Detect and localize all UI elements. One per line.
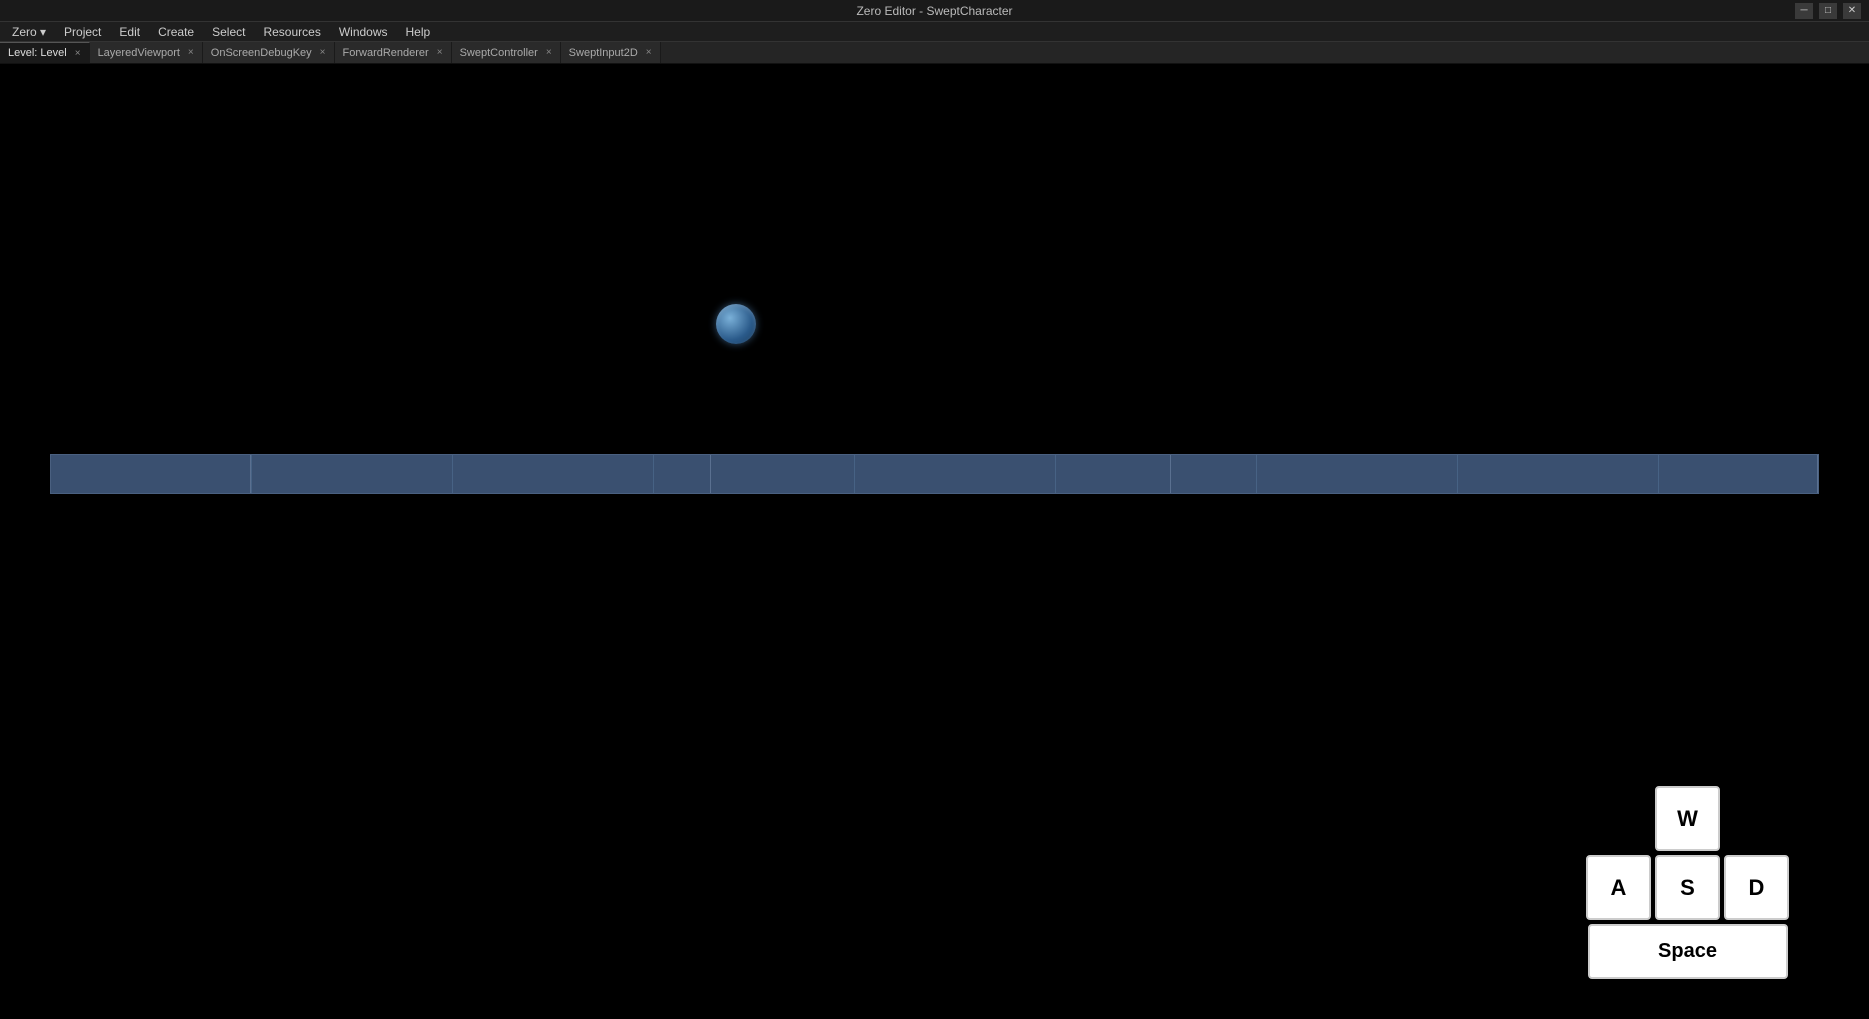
tab-input2d[interactable]: SweptInput2D ×: [561, 42, 661, 63]
tab-close-controller[interactable]: ×: [546, 47, 552, 58]
menu-bar: Zero ▾ProjectEditCreateSelectResourcesWi…: [0, 22, 1869, 42]
tab-close-layered[interactable]: ×: [188, 47, 194, 58]
tab-close-forward[interactable]: ×: [437, 47, 443, 58]
tab-controller[interactable]: SweptController ×: [452, 42, 561, 63]
tab-label-input2d: SweptInput2D: [569, 47, 638, 59]
key-w: W: [1655, 786, 1720, 851]
tab-bar: Level: Level×LayeredViewport×OnScreenDeb…: [0, 42, 1869, 64]
menu-item-project[interactable]: Project: [56, 23, 109, 41]
ground-segment-2: [251, 455, 711, 493]
menu-item-help[interactable]: Help: [398, 23, 439, 41]
key-a: A: [1586, 855, 1651, 920]
tab-label-level: Level: Level: [8, 47, 67, 59]
character-ball: [716, 304, 756, 344]
tab-label-forward: ForwardRenderer: [343, 47, 429, 59]
key-s: S: [1655, 855, 1720, 920]
viewport[interactable]: W A S D Space: [0, 64, 1869, 1019]
tab-forward[interactable]: ForwardRenderer ×: [335, 42, 452, 63]
title-bar: Zero Editor - SweptCharacter ─ □ ✕: [0, 0, 1869, 22]
key-display: W A S D Space: [1586, 786, 1789, 979]
menu-item-windows[interactable]: Windows: [331, 23, 396, 41]
ground-segment-1: [51, 455, 251, 493]
window-controls: ─ □ ✕: [1795, 3, 1861, 19]
key-row-space: Space: [1588, 924, 1788, 979]
ground-segment-4: [1171, 455, 1818, 493]
minimize-button[interactable]: ─: [1795, 3, 1813, 19]
key-d: D: [1724, 855, 1789, 920]
menu-item-resources[interactable]: Resources: [255, 23, 328, 41]
tab-close-level[interactable]: ×: [75, 48, 81, 59]
close-button[interactable]: ✕: [1843, 3, 1861, 19]
tab-label-controller: SweptController: [460, 47, 538, 59]
key-space: Space: [1588, 924, 1788, 979]
menu-item-zero[interactable]: Zero ▾: [4, 23, 54, 41]
key-row-w: W: [1655, 786, 1720, 851]
menu-item-select[interactable]: Select: [204, 23, 253, 41]
tab-debugkey[interactable]: OnScreenDebugKey ×: [203, 42, 335, 63]
key-row-asd: A S D: [1586, 855, 1789, 920]
tab-close-debugkey[interactable]: ×: [320, 47, 326, 58]
tab-close-input2d[interactable]: ×: [646, 47, 652, 58]
menu-item-edit[interactable]: Edit: [111, 23, 148, 41]
ground-platform: [50, 454, 1819, 494]
tab-level[interactable]: Level: Level ×: [0, 42, 90, 63]
tab-layered[interactable]: LayeredViewport ×: [90, 42, 203, 63]
ground-segment-3: [711, 455, 1171, 493]
maximize-button[interactable]: □: [1819, 3, 1837, 19]
menu-item-create[interactable]: Create: [150, 23, 202, 41]
tab-label-layered: LayeredViewport: [98, 47, 180, 59]
tab-label-debugkey: OnScreenDebugKey: [211, 47, 312, 59]
title-text: Zero Editor - SweptCharacter: [856, 4, 1012, 18]
